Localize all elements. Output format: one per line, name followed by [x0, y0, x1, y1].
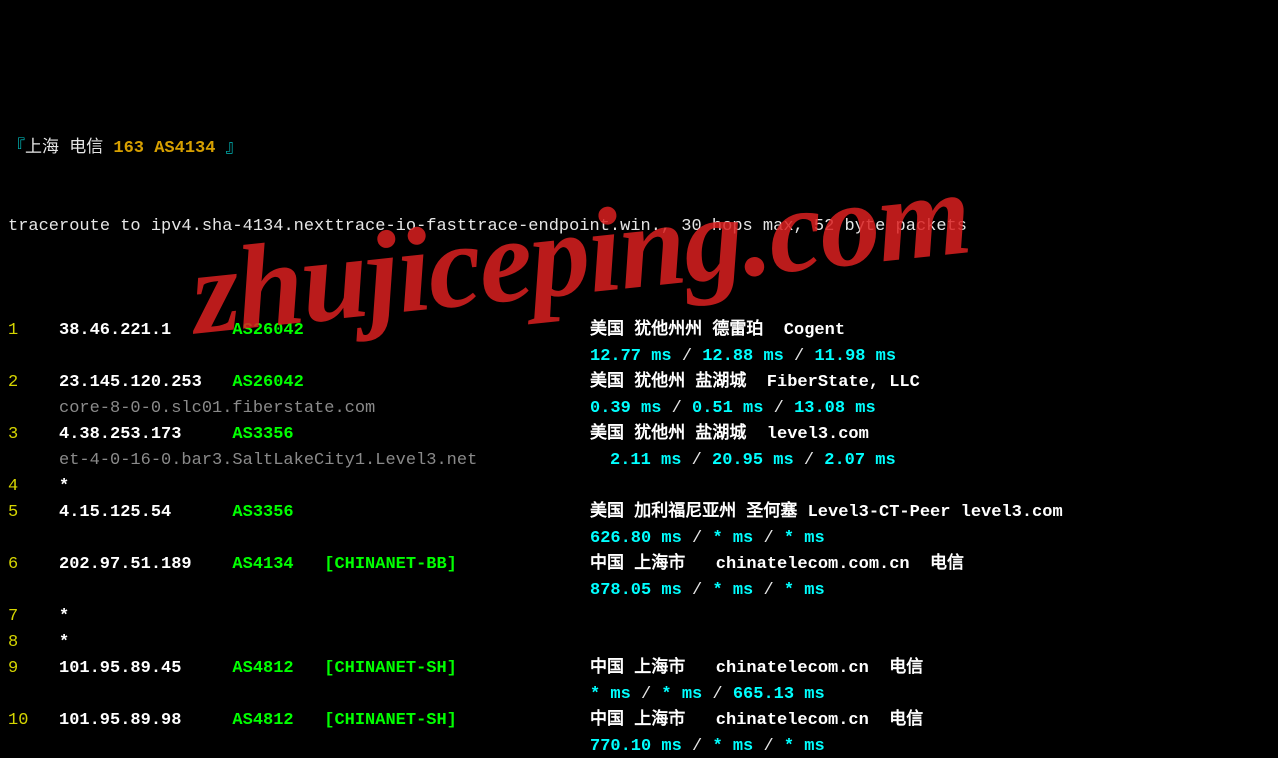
hop-number: 9 — [8, 656, 59, 682]
hop-latency-1: 878.05 ms — [590, 581, 682, 600]
hop-latencies: * ms / * ms / 665.13 ms — [590, 682, 825, 708]
hop-location: 美国 犹他州州 德雷珀 Cogent — [590, 318, 845, 344]
hop-number: 7 — [8, 604, 59, 630]
hop-detail: 878.05 ms / * ms / * ms — [8, 578, 1278, 604]
hop-ip: 4.38.253.173 — [59, 422, 232, 448]
hop-latency-3: * ms — [784, 581, 825, 600]
traceroute-output: 138.46.221.1AS26042美国 犹他州州 德雷珀 Cogent12.… — [8, 318, 1278, 758]
hop-latencies: 878.05 ms / * ms / * ms — [590, 578, 825, 604]
hop-hostname: core-8-0-0.slc01.fiberstate.com — [59, 399, 375, 418]
hop-ip: 23.145.120.253 — [59, 370, 232, 396]
hop-timeout: 7* — [8, 604, 1278, 630]
hop-latency-1: 2.11 ms — [610, 451, 681, 470]
hop-latency-1: 0.39 ms — [590, 399, 661, 418]
hop-number: 6 — [8, 552, 59, 578]
hop-number: 10 — [8, 708, 59, 734]
hop-latency-3: 13.08 ms — [794, 399, 876, 418]
hop-row: 223.145.120.253AS26042 美国 犹他州 盐湖城 FiberSt… — [8, 370, 1278, 396]
hop-latencies: 0.39 ms / 0.51 ms / 13.08 ms — [590, 396, 876, 422]
hop-tag: [CHINANET-SH] — [324, 711, 457, 730]
hop-detail: 626.80 ms / * ms / * ms — [8, 526, 1278, 552]
hop-latency-2: 20.95 ms — [712, 451, 794, 470]
hop-latency-2: * ms — [712, 581, 753, 600]
hop-latency-3: * ms — [784, 737, 825, 756]
hop-latencies: 2.11 ms / 20.95 ms / 2.07 ms — [610, 448, 896, 474]
hop-ip: 101.95.89.45 — [59, 656, 232, 682]
hop-asn: AS4134 — [232, 552, 293, 578]
hop-row: 54.15.125.54AS3356 美国 加利福尼亚州 圣何塞 Level3-C… — [8, 500, 1278, 526]
hop-number: 5 — [8, 500, 59, 526]
hop-ip: 101.95.89.98 — [59, 708, 232, 734]
hop-latency-3: * ms — [784, 529, 825, 548]
hop-row: 138.46.221.1AS26042 美国 犹他州州 德雷珀 Cogent — [8, 318, 1278, 344]
hop-latency-2: 12.88 ms — [702, 347, 784, 366]
hop-detail: et-4-0-16-0.bar3.SaltLakeCity1.Level3.ne… — [8, 448, 1278, 474]
hop-ip: 4.15.125.54 — [59, 500, 232, 526]
hop-row: 9101.95.89.45AS4812 [CHINANET-SH] 中国 上海市 … — [8, 656, 1278, 682]
hop-detail: core-8-0-0.slc01.fiberstate.com 0.39 ms /… — [8, 396, 1278, 422]
hop-detail: 12.77 ms / 12.88 ms / 11.98 ms — [8, 344, 1278, 370]
hop-tag: [CHINANET-SH] — [324, 659, 457, 678]
hop-star: * — [59, 633, 69, 652]
hop-latencies: 770.10 ms / * ms / * ms — [590, 734, 825, 758]
hop-latency-3: 665.13 ms — [733, 685, 825, 704]
hop-latency-1: 770.10 ms — [590, 737, 682, 756]
hop-latencies: 12.77 ms / 12.88 ms / 11.98 ms — [590, 344, 896, 370]
hop-row: 34.38.253.173AS3356 美国 犹他州 盐湖城 level3.com — [8, 422, 1278, 448]
hop-latency-2: 0.51 ms — [692, 399, 763, 418]
hop-number: 3 — [8, 422, 59, 448]
hop-latency-2: * ms — [712, 737, 753, 756]
hop-timeout: 8* — [8, 630, 1278, 656]
hop-ip: 202.97.51.189 — [59, 552, 232, 578]
hop-asn: AS3356 — [232, 500, 293, 526]
hop-detail: * ms / * ms / 665.13 ms — [8, 682, 1278, 708]
hop-location: 中国 上海市 chinatelecom.cn 电信 — [590, 708, 923, 734]
hop-row: 10101.95.89.98AS4812 [CHINANET-SH] 中国 上海市… — [8, 708, 1278, 734]
trace-title: 『上海 电信 163 AS4134 』 — [8, 136, 1278, 162]
hop-asn: AS26042 — [232, 318, 303, 344]
hop-number: 8 — [8, 630, 59, 656]
hop-asn: AS26042 — [232, 370, 303, 396]
hop-number: 2 — [8, 370, 59, 396]
hop-latency-2: * ms — [661, 685, 702, 704]
hop-location: 美国 加利福尼亚州 圣何塞 Level3-CT-Peer level3.com — [590, 500, 1063, 526]
hop-row: 6202.97.51.189AS4134 [CHINANET-BB] 中国 上海市… — [8, 552, 1278, 578]
hop-asn: AS4812 — [232, 708, 293, 734]
hop-asn: AS3356 — [232, 422, 293, 448]
hop-latencies: 626.80 ms / * ms / * ms — [590, 526, 825, 552]
hop-latency-1: 626.80 ms — [590, 529, 682, 548]
hop-tag: [CHINANET-BB] — [324, 555, 457, 574]
hop-ip: 38.46.221.1 — [59, 318, 232, 344]
hop-detail: 770.10 ms / * ms / * ms — [8, 734, 1278, 758]
hop-latency-2: * ms — [712, 529, 753, 548]
traceroute-command: traceroute to ipv4.sha-4134.nexttrace-io… — [8, 214, 1278, 240]
hop-latency-3: 11.98 ms — [814, 347, 896, 366]
hop-location: 中国 上海市 chinatelecom.cn 电信 — [590, 656, 923, 682]
hop-hostname: et-4-0-16-0.bar3.SaltLakeCity1.Level3.ne… — [59, 451, 477, 470]
hop-location: 美国 犹他州 盐湖城 FiberState, LLC — [590, 370, 920, 396]
hop-latency-1: 12.77 ms — [590, 347, 672, 366]
hop-star: * — [59, 607, 69, 626]
hop-location: 中国 上海市 chinatelecom.com.cn 电信 — [590, 552, 964, 578]
hop-location: 美国 犹他州 盐湖城 level3.com — [590, 422, 869, 448]
hop-asn: AS4812 — [232, 656, 293, 682]
hop-star: * — [59, 477, 69, 496]
hop-latency-3: 2.07 ms — [824, 451, 895, 470]
hop-timeout: 4* — [8, 474, 1278, 500]
hop-latency-1: * ms — [590, 685, 631, 704]
hop-number: 4 — [8, 474, 59, 500]
hop-number: 1 — [8, 318, 59, 344]
